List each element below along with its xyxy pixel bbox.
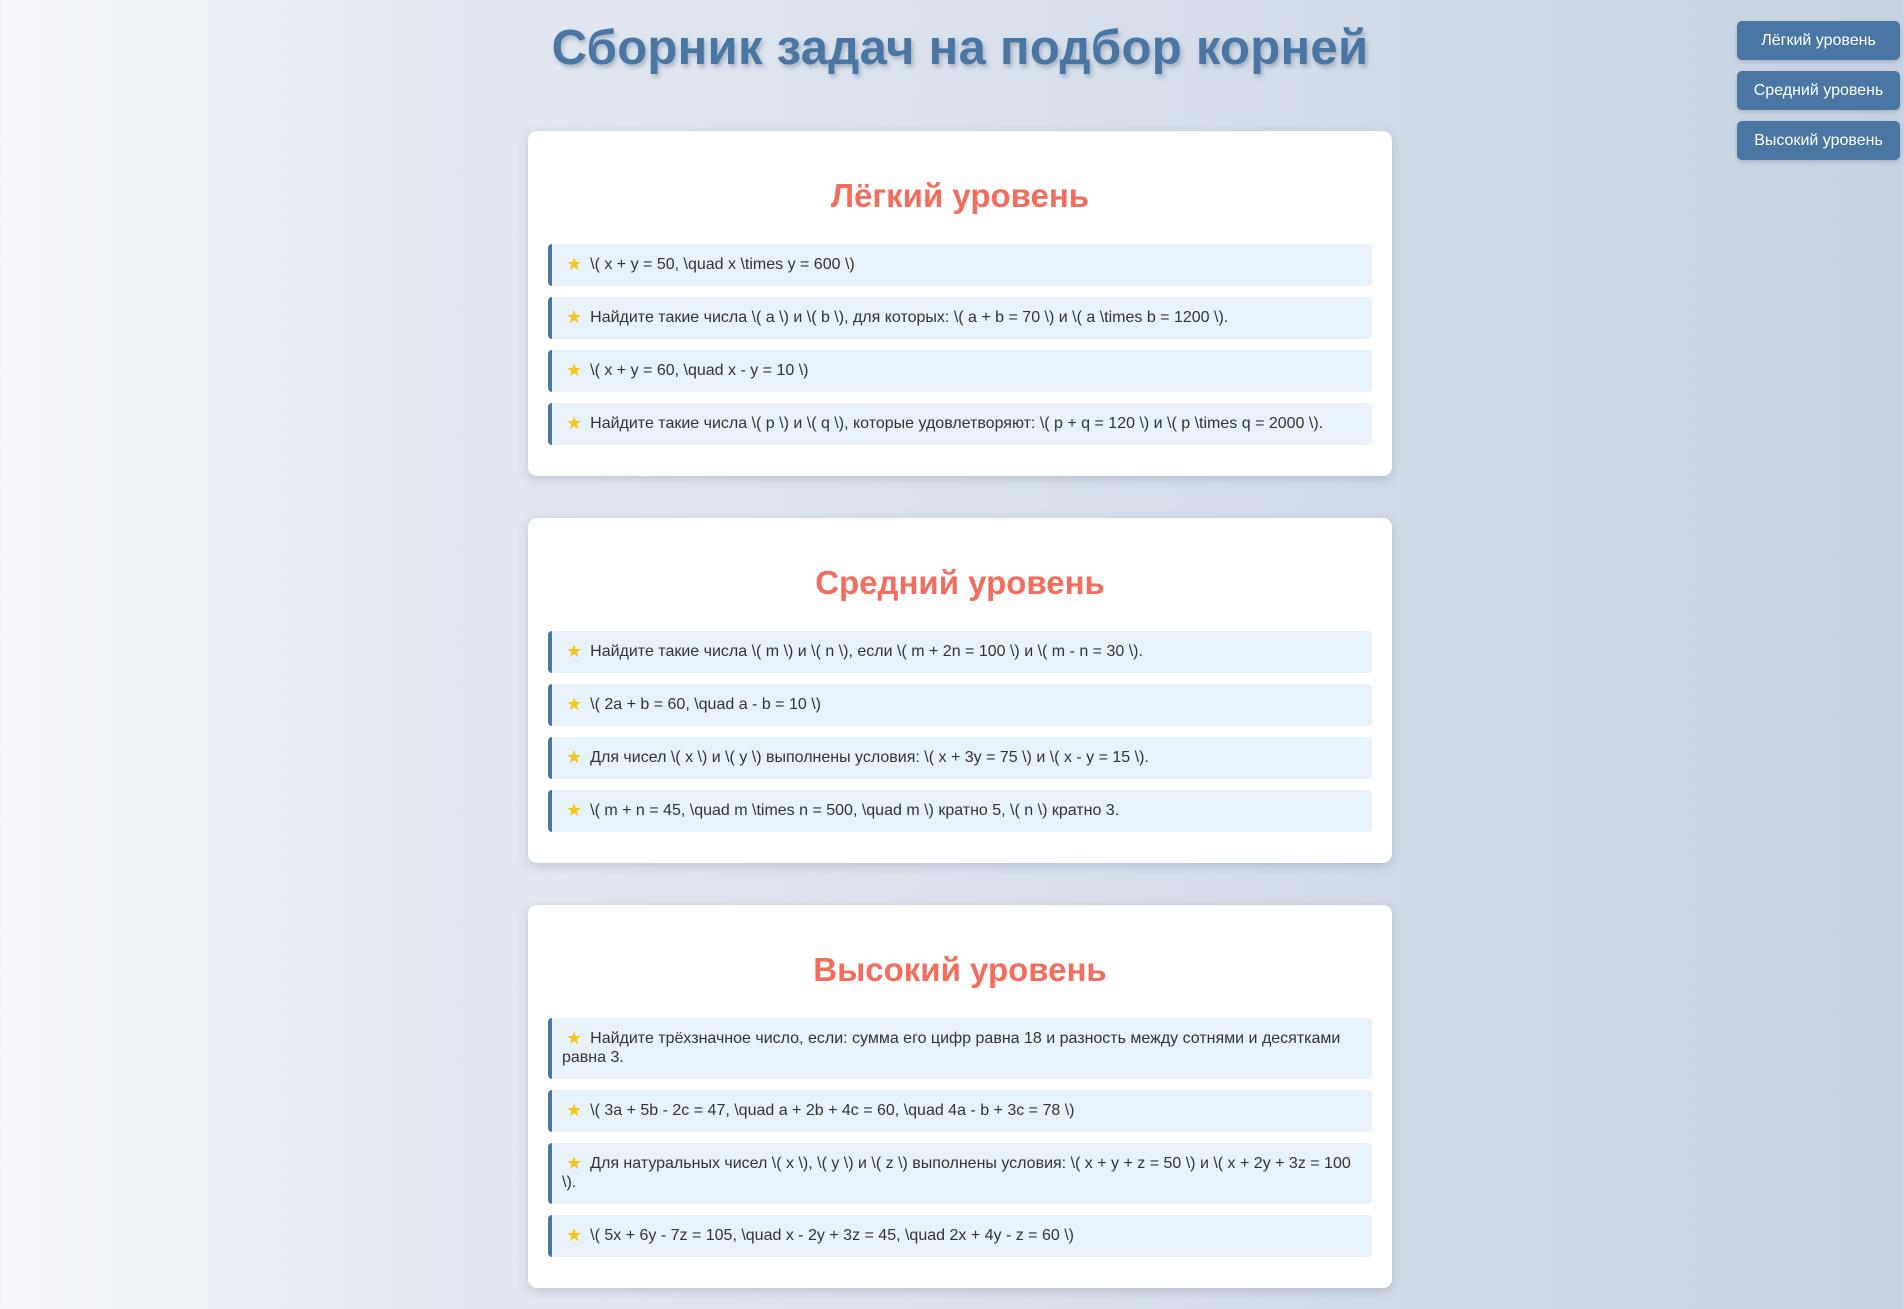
task-item: ★ \( x + y = 60, \quad x - y = 10 \) [548,350,1372,392]
page-title: Сборник задач на подбор корней [551,21,1369,75]
task-list-hard: ★ Найдите трёхзначное число, если: сумма … [548,1018,1372,1257]
task-item: ★ Найдите такие числа \( m \) и \( n \), … [548,631,1372,673]
task-item: ★ Для натуральных чисел \( x \), \( y \) … [548,1143,1372,1204]
star-icon: ★ [566,1225,583,1245]
task-item: ★ Для чисел \( x \) и \( y \) выполнены у… [548,737,1372,779]
nav-button-medium[interactable]: Средний уровень [1737,71,1900,110]
task-text: Найдите такие числа \( a \) и \( b \), д… [590,309,1229,326]
star-icon: ★ [566,413,583,433]
task-text: Найдите трёхзначное число, если: сумма е… [562,1030,1341,1066]
task-text: \( 2a + b = 60, \quad a - b = 10 \) [590,696,821,713]
star-icon: ★ [566,747,583,767]
task-item: ★ \( 2a + b = 60, \quad a - b = 10 \) [548,684,1372,726]
section-medium: Средний уровень ★ Найдите такие числа \( … [528,518,1392,863]
star-icon: ★ [566,307,583,327]
task-item: ★ \( 3a + 5b - 2c = 47, \quad a + 2b + 4c… [548,1090,1372,1132]
star-icon: ★ [566,1028,583,1048]
task-item: ★ Найдите такие числа \( a \) и \( b \), … [548,297,1372,339]
section-heading-hard: Высокий уровень [813,951,1107,988]
nav-button-easy[interactable]: Лёгкий уровень [1737,21,1900,60]
level-nav: Лёгкий уровень Средний уровень Высокий у… [1737,21,1900,160]
nav-button-hard[interactable]: Высокий уровень [1737,121,1900,160]
task-item: ★ Найдите такие числа \( p \) и \( q \), … [548,403,1372,445]
section-hard: Высокий уровень ★ Найдите трёхзначное чис… [528,905,1392,1288]
task-list-medium: ★ Найдите такие числа \( m \) и \( n \), … [548,631,1372,832]
task-text: \( 3a + 5b - 2c = 47, \quad a + 2b + 4c … [590,1102,1075,1119]
star-icon: ★ [566,800,583,820]
section-heading-easy: Лёгкий уровень [830,177,1090,214]
star-icon: ★ [566,360,583,380]
task-text: Для натуральных чисел \( x \), \( y \) и… [562,1155,1351,1191]
task-text: Для чисел \( x \) и \( y \) выполнены ус… [590,749,1149,766]
star-icon: ★ [566,641,583,661]
task-text: \( x + y = 60, \quad x - y = 10 \) [590,362,809,379]
task-item: ★ \( x + y = 50, \quad x \times y = 600 \… [548,244,1372,286]
task-item: ★ \( 5x + 6y - 7z = 105, \quad x - 2y + 3… [548,1215,1372,1257]
section-heading-medium: Средний уровень [815,564,1105,601]
task-text: \( 5x + 6y - 7z = 105, \quad x - 2y + 3z… [590,1227,1074,1244]
star-icon: ★ [566,254,583,274]
section-easy: Лёгкий уровень ★ \( x + y = 50, \quad x \… [528,131,1392,476]
task-item: ★ \( m + n = 45, \quad m \times n = 500, … [548,790,1372,832]
star-icon: ★ [566,694,583,714]
star-icon: ★ [566,1153,583,1173]
task-text: \( m + n = 45, \quad m \times n = 500, \… [590,802,1120,819]
task-text: Найдите такие числа \( p \) и \( q \), к… [590,415,1324,432]
task-text: \( x + y = 50, \quad x \times y = 600 \) [590,256,855,273]
star-icon: ★ [566,1100,583,1120]
task-text: Найдите такие числа \( m \) и \( n \), е… [590,643,1143,660]
task-list-easy: ★ \( x + y = 50, \quad x \times y = 600 \… [548,244,1372,445]
task-item: ★ Найдите трёхзначное число, если: сумма … [548,1018,1372,1079]
